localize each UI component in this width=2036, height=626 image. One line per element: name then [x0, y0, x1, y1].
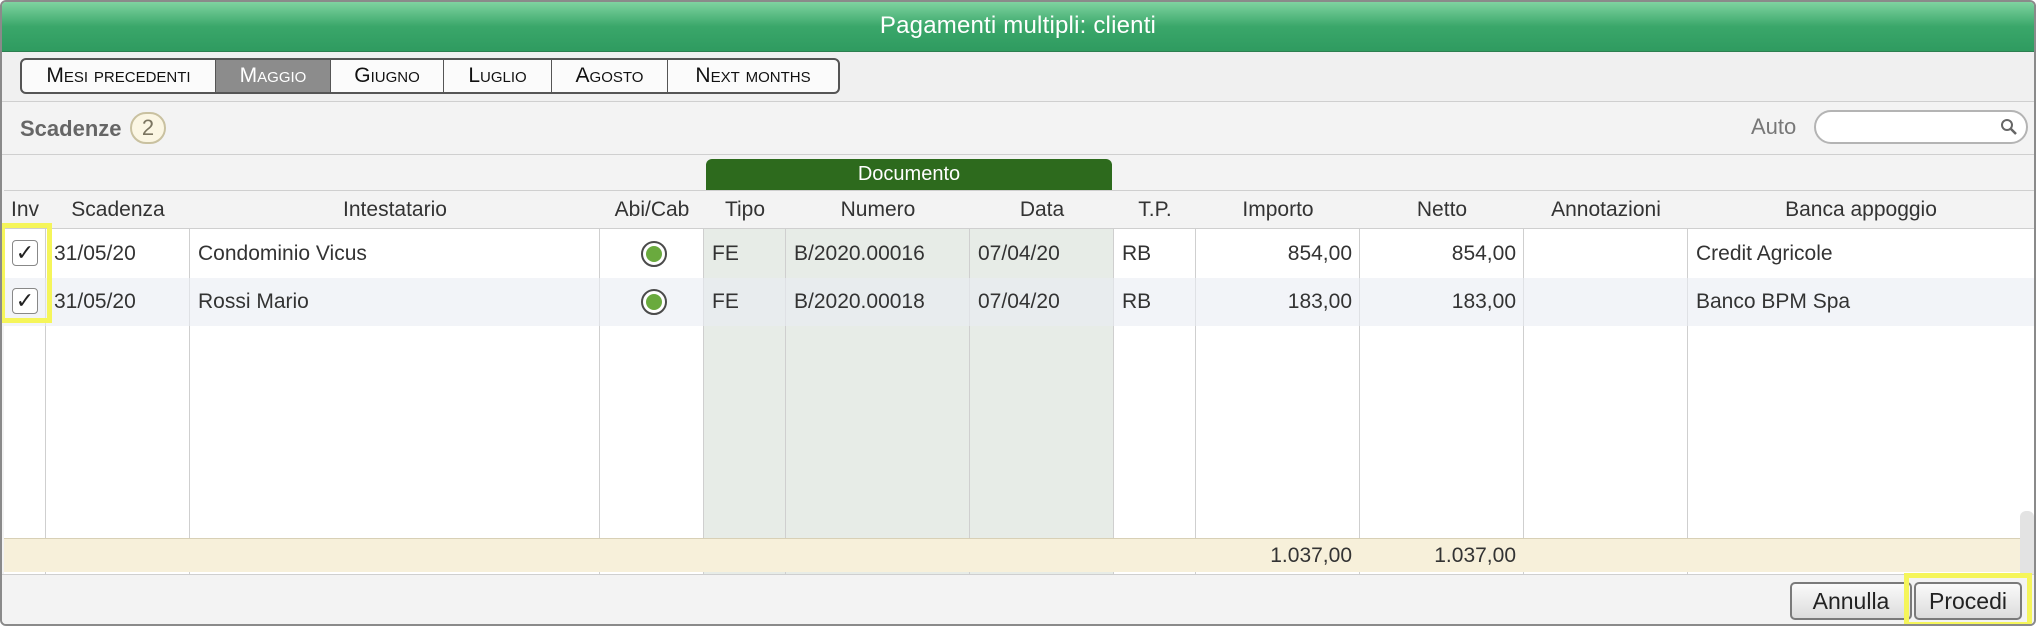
cell-banca: Credit Agricole	[1696, 242, 1833, 265]
cell-importo: 854,00	[1287, 242, 1352, 265]
tab-luglio[interactable]: Luglio	[444, 60, 552, 92]
title-bar: Pagamenti multipli: clienti	[2, 2, 2034, 52]
cell-netto: 183,00	[1451, 290, 1516, 313]
header-data[interactable]: Data	[970, 191, 1114, 229]
month-selector-bar: Mesi precedenti Maggio Giugno Luglio Ago…	[2, 52, 2034, 102]
cell-intestatario: Rossi Mario	[198, 290, 309, 313]
cell-data: 07/04/20	[978, 290, 1060, 313]
cell-banca: Banco BPM Spa	[1696, 290, 1851, 313]
cell-tipo: FE	[712, 290, 739, 313]
cell-numero: B/2020.00018	[794, 290, 925, 313]
table-header-row: Inv Scadenza Intestatario Abi/Cab Tipo N…	[4, 191, 2034, 229]
cell-netto: 854,00	[1451, 242, 1516, 265]
scadenze-table: Inv Scadenza Intestatario Abi/Cab Tipo N…	[2, 190, 2034, 599]
cell-tipo: FE	[712, 242, 739, 265]
scadenze-bar: Scadenze 2 Auto	[2, 103, 2034, 155]
header-tp[interactable]: T.P.	[1114, 191, 1196, 229]
auto-label: Auto	[1751, 114, 1797, 139]
table-row[interactable]: ✓ 31/05/20 Rossi Mario FE B/2020.00018 0…	[4, 278, 2034, 326]
header-scadenza[interactable]: Scadenza	[46, 191, 190, 229]
cell-scadenza: 31/05/20	[54, 242, 136, 265]
header-abicab[interactable]: Abi/Cab	[600, 191, 704, 229]
header-annotazioni[interactable]: Annotazioni	[1524, 191, 1688, 229]
total-importo: 1.037,00	[1270, 544, 1352, 567]
checkbox-highlight	[2, 223, 52, 323]
tab-agosto[interactable]: Agosto	[552, 60, 668, 92]
window-title: Pagamenti multipli: clienti	[879, 12, 1157, 39]
header-netto[interactable]: Netto	[1360, 191, 1524, 229]
month-segmented-control: Mesi precedenti Maggio Giugno Luglio Ago…	[20, 58, 840, 94]
header-banca[interactable]: Banca appoggio	[1688, 191, 2034, 229]
header-numero[interactable]: Numero	[786, 191, 970, 229]
header-intestatario[interactable]: Intestatario	[190, 191, 600, 229]
payments-dialog: Pagamenti multipli: clienti Mesi precede…	[0, 0, 2036, 626]
cell-scadenza: 31/05/20	[54, 290, 136, 313]
cell-tp: RB	[1122, 242, 1152, 265]
cell-numero: B/2020.00016	[794, 242, 925, 265]
scadenze-count-badge: 2	[130, 112, 166, 144]
search-icon	[2001, 119, 2017, 135]
header-importo[interactable]: Importo	[1196, 191, 1360, 229]
totals-row: 1.037,00 1.037,00	[4, 538, 2034, 572]
tab-giugno[interactable]: Giugno	[331, 60, 444, 92]
total-netto: 1.037,00	[1434, 544, 1516, 567]
cell-intestatario: Condominio Vicus	[198, 242, 367, 265]
abicab-status-icon	[641, 289, 667, 315]
scadenze-label: Scadenze	[20, 116, 122, 141]
cell-importo: 183,00	[1287, 290, 1352, 313]
cell-tp: RB	[1122, 290, 1152, 313]
footer-bar: Annulla Procedi	[2, 573, 2034, 624]
cell-data: 07/04/20	[978, 242, 1060, 265]
tab-mesi-precedenti[interactable]: Mesi precedenti	[22, 60, 216, 92]
documento-group-header: Documento	[706, 159, 1112, 190]
table-row[interactable]: ✓ 31/05/20 Condominio Vicus FE B/2020.00…	[4, 230, 2034, 278]
cancel-button[interactable]: Annulla	[1790, 582, 1912, 620]
proceed-highlight	[1904, 573, 2032, 624]
header-tipo[interactable]: Tipo	[704, 191, 786, 229]
search-input[interactable]	[1814, 110, 2028, 144]
abicab-status-icon	[641, 241, 667, 267]
tab-next-months[interactable]: Next months	[668, 60, 838, 92]
tab-maggio[interactable]: Maggio	[216, 60, 331, 92]
